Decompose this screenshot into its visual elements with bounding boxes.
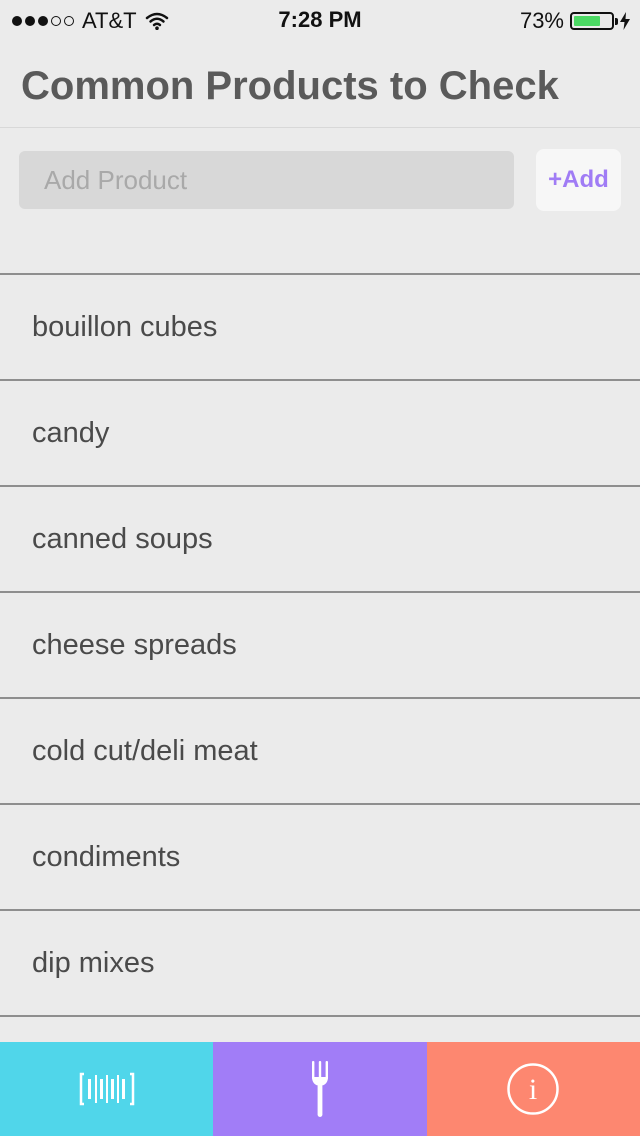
battery-percent: 73% [519, 8, 564, 33]
battery-level [574, 16, 601, 26]
tab-info[interactable]: i [426, 1042, 640, 1136]
tab-scan[interactable] [0, 1042, 214, 1136]
status-right: 73% [520, 8, 630, 34]
product-item[interactable]: bouillon cubes [0, 275, 640, 381]
product-item-label: dip mixes [32, 946, 155, 979]
svg-text:i: i [529, 1073, 537, 1106]
product-item[interactable]: dip mixes [0, 911, 640, 1017]
product-item[interactable]: condiments [0, 805, 640, 911]
page-title: Common Products to Check [21, 64, 559, 108]
product-item-label: cold cut/deli meat [32, 734, 258, 767]
product-item[interactable]: cheese spreads [0, 593, 640, 699]
header-divider [0, 127, 640, 128]
battery-icon [570, 12, 618, 30]
product-item[interactable]: cold cut/deli meat [0, 699, 640, 805]
charging-bolt-icon [620, 12, 630, 30]
add-product-input[interactable] [19, 151, 514, 209]
status-bar: AT&T 7:28 PM 73% [0, 0, 640, 40]
fork-icon [311, 1061, 328, 1117]
product-item-label: candy [32, 416, 110, 449]
product-item[interactable]: canned soups [0, 487, 640, 593]
info-icon: i [507, 1063, 560, 1115]
product-item-label: condiments [32, 840, 181, 873]
product-item-label: cheese spreads [32, 628, 237, 661]
product-list: bouillon cubes candy canned soups cheese sp… [0, 273, 640, 1017]
product-item[interactable]: candy [0, 381, 640, 487]
tab-bar: i [0, 1042, 640, 1136]
product-item-label: bouillon cubes [32, 310, 218, 343]
tab-food[interactable] [213, 1042, 427, 1136]
product-item-label: canned soups [32, 522, 213, 555]
barcode-scanner-icon [79, 1072, 134, 1106]
add-button[interactable]: +Add [536, 149, 621, 211]
